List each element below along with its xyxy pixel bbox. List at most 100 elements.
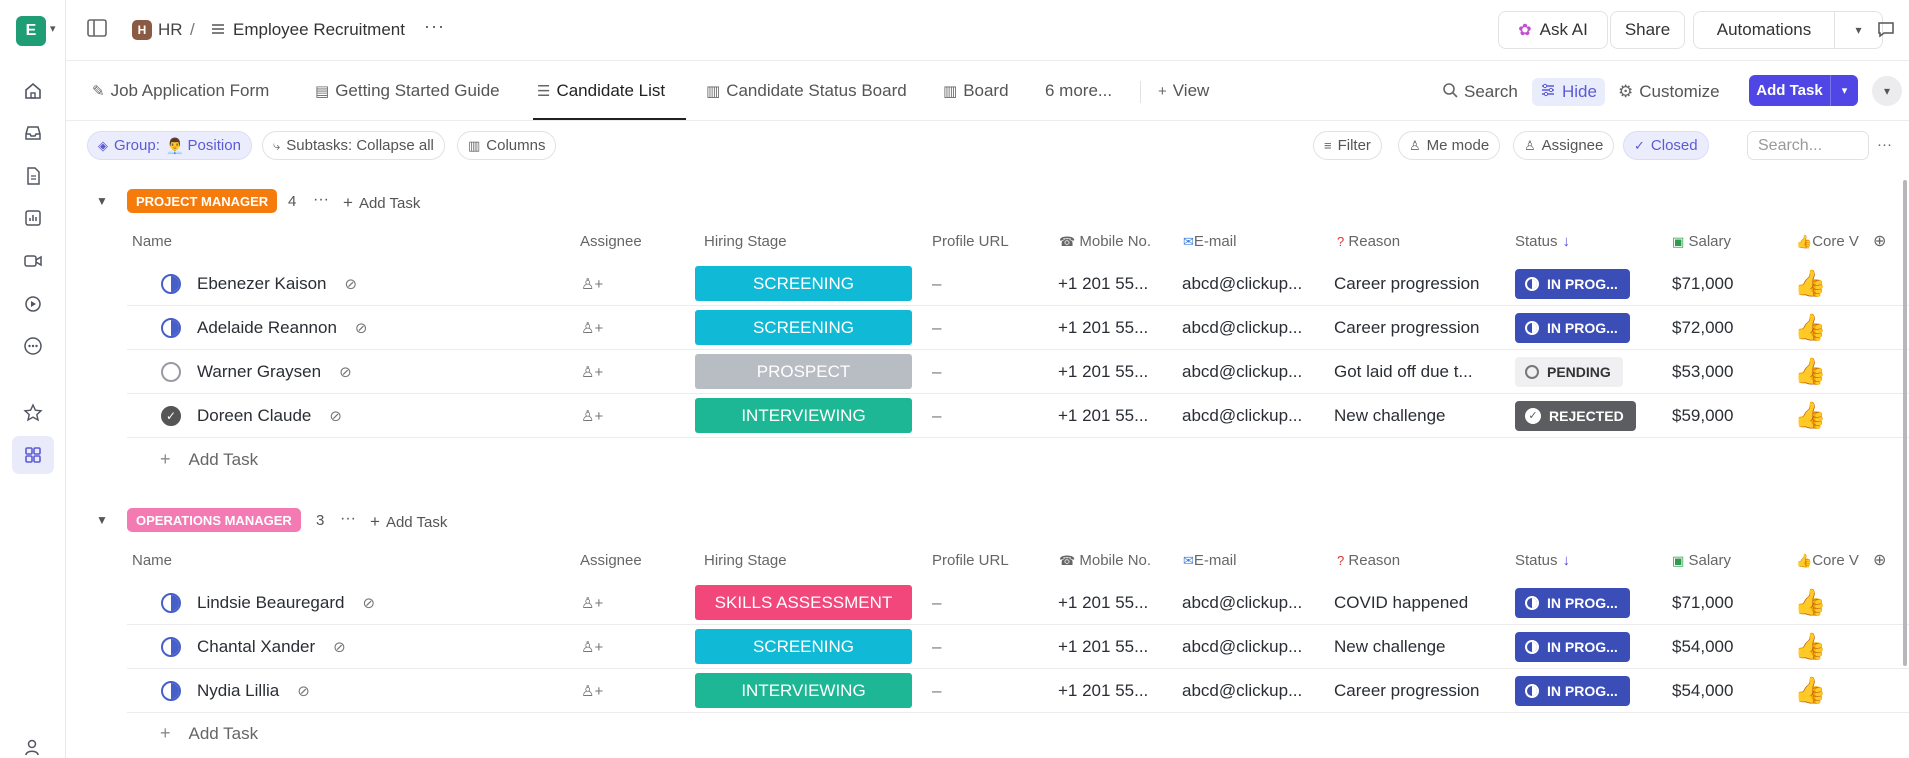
col-header-profile-url[interactable]: Profile URL bbox=[932, 233, 1009, 250]
status-badge[interactable]: ✓ REJECTED bbox=[1515, 400, 1636, 431]
hiring-stage-badge[interactable]: SCREENING bbox=[695, 310, 912, 345]
col-header-assignee[interactable]: Assignee bbox=[580, 552, 642, 569]
task-name[interactable]: Lindsie Beauregard bbox=[197, 593, 344, 613]
profile-url-cell[interactable]: – bbox=[932, 581, 941, 624]
task-name-cell[interactable]: Warner Graysen ⊘ bbox=[197, 350, 352, 393]
workspace-avatar[interactable]: E bbox=[16, 16, 46, 46]
mobile-cell[interactable]: +1 201 55... bbox=[1058, 350, 1148, 393]
chat-icon[interactable] bbox=[1876, 19, 1896, 42]
col-header-name[interactable]: Name bbox=[132, 233, 172, 250]
hiring-stage-badge[interactable]: INTERVIEWING bbox=[695, 673, 912, 708]
add-assignee-icon[interactable]: ♙+ bbox=[581, 594, 603, 612]
paperclip-icon[interactable]: ⊘ bbox=[344, 275, 357, 293]
sort-arrow-icon[interactable]: ↓ bbox=[1563, 233, 1571, 250]
col-header-core[interactable]: 👍Core V bbox=[1796, 233, 1859, 250]
status-badge[interactable]: IN PROG... bbox=[1515, 675, 1630, 706]
col-header-mobile[interactable]: ☎ Mobile No. bbox=[1059, 233, 1151, 250]
task-name-cell[interactable]: Lindsie Beauregard ⊘ bbox=[197, 581, 375, 624]
inbox-icon[interactable] bbox=[18, 118, 48, 148]
more-options-icon[interactable]: ··· bbox=[1877, 136, 1892, 153]
add-column-icon[interactable]: ⊕ bbox=[1873, 550, 1886, 570]
col-header-core[interactable]: 👍Core V bbox=[1796, 552, 1859, 569]
subtasks-chip[interactable]: ⤷ Subtasks: Collapse all bbox=[262, 131, 445, 160]
table-row[interactable]: Nydia Lillia ⊘ ♙+ INTERVIEWING – +1 201 55...… bbox=[127, 669, 1909, 713]
email-cell[interactable]: abcd@clickup... bbox=[1182, 581, 1302, 624]
reason-cell[interactable]: COVID happened bbox=[1334, 581, 1468, 624]
email-cell[interactable]: abcd@clickup... bbox=[1182, 350, 1302, 393]
columns-chip[interactable]: ▥ Columns bbox=[457, 131, 557, 160]
more-icon[interactable] bbox=[18, 331, 48, 361]
task-name-cell[interactable]: Ebenezer Kaison ⊘ bbox=[197, 262, 357, 305]
col-header-mobile[interactable]: ☎ Mobile No. bbox=[1059, 552, 1151, 569]
chevron-down-icon[interactable]: ▾ bbox=[50, 22, 56, 35]
col-header-email[interactable]: ✉E-mail bbox=[1183, 233, 1236, 250]
share-button[interactable]: Share bbox=[1610, 11, 1685, 49]
docs-icon[interactable] bbox=[18, 161, 48, 191]
ask-ai-button[interactable]: ✿ Ask AI bbox=[1498, 11, 1608, 49]
email-cell[interactable]: abcd@clickup... bbox=[1182, 394, 1302, 437]
profile-url-cell[interactable]: – bbox=[932, 669, 941, 712]
thumbs-up-icon[interactable]: 👍 bbox=[1794, 587, 1826, 618]
col-header-status[interactable]: Status ↓ bbox=[1515, 552, 1570, 569]
mobile-cell[interactable]: +1 201 55... bbox=[1058, 581, 1148, 624]
chevron-down-icon[interactable]: ▾ bbox=[1835, 23, 1882, 37]
automations-button[interactable]: Automations ▾ bbox=[1693, 11, 1883, 49]
task-name[interactable]: Doreen Claude bbox=[197, 406, 311, 426]
tab-job-application-form[interactable]: ✎ Job Application Form bbox=[92, 78, 269, 104]
mobile-cell[interactable]: +1 201 55... bbox=[1058, 625, 1148, 668]
timesheets-icon[interactable] bbox=[18, 288, 48, 318]
hiring-stage-badge[interactable]: INTERVIEWING bbox=[695, 398, 912, 433]
add-assignee-icon[interactable]: ♙+ bbox=[581, 363, 603, 381]
group-add-task[interactable]: + Add Task bbox=[370, 512, 447, 532]
search-tasks-button[interactable]: Search bbox=[1442, 78, 1518, 106]
group-label-operations-manager[interactable]: OPERATIONS MANAGER bbox=[127, 508, 301, 532]
add-task-button[interactable]: Add Task ▾ bbox=[1749, 75, 1858, 106]
customize-button[interactable]: ⚙ Customize bbox=[1618, 78, 1720, 106]
status-badge[interactable]: IN PROG... bbox=[1515, 268, 1630, 299]
closed-chip[interactable]: ✓ Closed bbox=[1623, 131, 1709, 160]
task-name[interactable]: Chantal Xander bbox=[197, 637, 315, 657]
status-badge[interactable]: IN PROG... bbox=[1515, 587, 1630, 618]
task-name[interactable]: Warner Graysen bbox=[197, 362, 321, 382]
reason-cell[interactable]: Got laid off due t... bbox=[1334, 350, 1473, 393]
table-row[interactable]: Adelaide Reannon ⊘ ♙+ SCREENING – +1 201 55..… bbox=[127, 306, 1909, 350]
reason-cell[interactable]: Career progression bbox=[1334, 262, 1480, 305]
status-badge[interactable]: PENDING bbox=[1515, 356, 1623, 387]
col-header-name[interactable]: Name bbox=[132, 552, 172, 569]
status-circle-icon[interactable] bbox=[161, 273, 181, 294]
salary-cell[interactable]: $54,000 bbox=[1672, 669, 1733, 712]
invite-user-icon[interactable] bbox=[18, 732, 48, 758]
col-header-reason[interactable]: ? Reason bbox=[1337, 233, 1400, 250]
collapse-caret-icon[interactable]: ▼ bbox=[96, 194, 108, 208]
salary-cell[interactable]: $53,000 bbox=[1672, 350, 1733, 393]
table-row[interactable]: ✓ Doreen Claude ⊘ ♙+ INTERVIEWING – +1 201 55.… bbox=[127, 394, 1909, 438]
thumbs-up-icon[interactable]: 👍 bbox=[1794, 400, 1826, 431]
favorites-star-icon[interactable] bbox=[18, 398, 48, 428]
me-mode-chip[interactable]: ♙ Me mode bbox=[1398, 131, 1501, 160]
col-header-hiring-stage[interactable]: Hiring Stage bbox=[704, 233, 787, 250]
tab-candidate-status-board[interactable]: ▥ Candidate Status Board bbox=[706, 78, 907, 104]
group-more-icon[interactable]: ··· bbox=[340, 510, 356, 528]
breadcrumb-list-title[interactable]: Employee Recruitment bbox=[233, 20, 405, 40]
add-assignee-icon[interactable]: ♙+ bbox=[581, 638, 603, 656]
status-circle-icon[interactable] bbox=[161, 317, 181, 338]
hiring-stage-badge[interactable]: SKILLS ASSESSMENT bbox=[695, 585, 912, 620]
group-by-chip[interactable]: ◈ Group: 👨‍💼 Position bbox=[87, 131, 252, 160]
profile-url-cell[interactable]: – bbox=[932, 306, 941, 349]
status-circle-icon[interactable] bbox=[161, 636, 181, 657]
dashboards-icon[interactable] bbox=[18, 203, 48, 233]
space-avatar[interactable]: H bbox=[132, 20, 152, 40]
thumbs-up-icon[interactable]: 👍 bbox=[1794, 631, 1826, 662]
email-cell[interactable]: abcd@clickup... bbox=[1182, 625, 1302, 668]
tab-candidate-list[interactable]: ☰ Candidate List bbox=[537, 78, 665, 104]
email-cell[interactable]: abcd@clickup... bbox=[1182, 306, 1302, 349]
chevron-down-icon[interactable]: ▾ bbox=[1872, 76, 1902, 106]
salary-cell[interactable]: $54,000 bbox=[1672, 625, 1733, 668]
thumbs-up-icon[interactable]: 👍 bbox=[1794, 312, 1826, 343]
status-circle-icon[interactable] bbox=[161, 361, 181, 382]
spaces-grid-icon[interactable] bbox=[12, 436, 54, 474]
table-row[interactable]: Ebenezer Kaison ⊘ ♙+ SCREENING – +1 201 55...… bbox=[127, 262, 1909, 306]
reason-cell[interactable]: Career progression bbox=[1334, 669, 1480, 712]
col-header-salary[interactable]: ▣ Salary bbox=[1672, 233, 1731, 250]
paperclip-icon[interactable]: ⊘ bbox=[362, 594, 375, 612]
